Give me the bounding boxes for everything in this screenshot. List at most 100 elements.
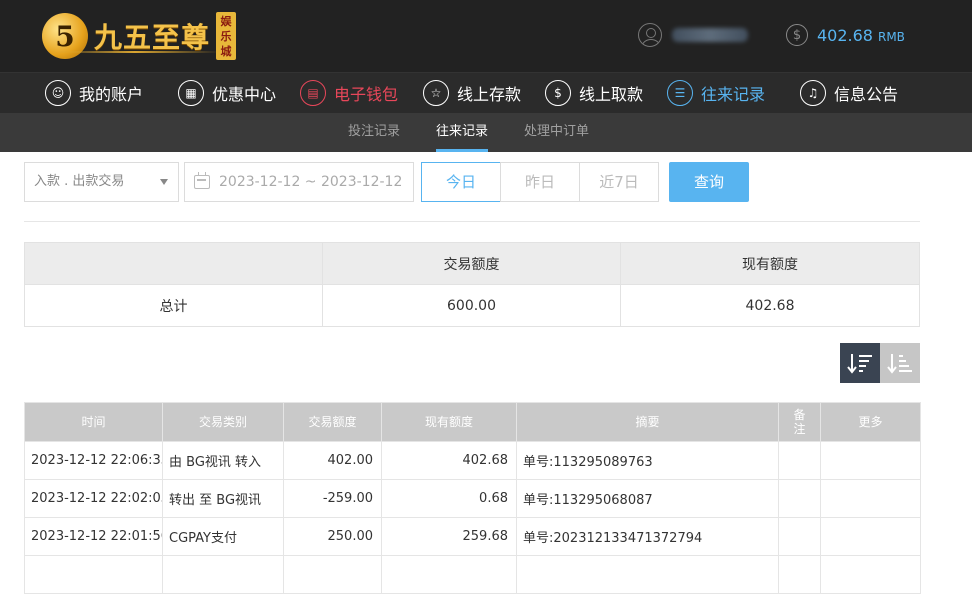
summary-total-amount: 600.00 xyxy=(322,284,621,327)
cell-balance xyxy=(381,555,517,594)
cell-balance: 259.68 xyxy=(381,517,517,556)
transaction-type-select[interactable]: 入款 . 出款交易 xyxy=(24,162,179,202)
cell-amount: -259.00 xyxy=(283,479,382,518)
cell-more[interactable] xyxy=(820,517,921,556)
nav-my-account[interactable]: ☺ 我的账户 xyxy=(45,73,143,113)
summary-header-row: 交易额度 现有额度 xyxy=(24,242,920,285)
cell-summary: 单号:113295089763 xyxy=(516,441,779,480)
nav-e-wallet[interactable]: ▤ 电子钱包 xyxy=(300,73,398,113)
table-row[interactable] xyxy=(24,555,921,594)
user-icon: ☺ xyxy=(45,80,71,106)
yesterday-button[interactable]: 昨日 xyxy=(500,162,580,202)
cell-balance: 0.68 xyxy=(381,479,517,518)
cell-time xyxy=(24,555,163,594)
sort-ascending-button[interactable] xyxy=(880,343,920,383)
header-more: 更多 xyxy=(820,402,921,442)
cell-time: 2023-12-12 22:06:33 xyxy=(24,441,163,480)
cell-amount: 402.00 xyxy=(283,441,382,480)
summary-header-amount: 交易额度 xyxy=(322,242,621,285)
cell-time: 2023-12-12 22:01:56 xyxy=(24,517,163,556)
table-row[interactable]: 2023-12-12 22:02:05 转出 至 BG视讯 -259.00 0.… xyxy=(24,479,921,518)
nav-promotions[interactable]: ▦ 优惠中心 xyxy=(178,73,276,113)
nav-label: 电子钱包 xyxy=(334,85,399,104)
calendar-icon xyxy=(194,172,210,189)
cell-amount: 250.00 xyxy=(283,517,382,556)
today-button[interactable]: 今日 xyxy=(421,162,501,202)
bell-icon: ♫ xyxy=(800,80,826,106)
brand-logo[interactable]: 5 九五至尊 娱乐城 xyxy=(42,8,237,64)
header-balance: 现有额度 xyxy=(381,402,517,442)
records-header-row: 时间 交易类别 交易额度 现有额度 摘要 备注 更多 xyxy=(24,402,921,442)
cell-remark xyxy=(778,441,821,480)
nav-label: 往来记录 xyxy=(701,85,766,104)
summary-header-empty xyxy=(24,242,323,285)
logo-underline xyxy=(50,51,220,53)
nav-transaction-records[interactable]: ☰ 往来记录 xyxy=(667,73,765,113)
summary-total-row: 总计 600.00 402.68 xyxy=(24,284,920,327)
query-button[interactable]: 查询 xyxy=(669,162,749,202)
cell-remark xyxy=(778,517,821,556)
nav-label: 信息公告 xyxy=(834,85,899,104)
sort-ascending-icon xyxy=(887,354,912,374)
username-redacted xyxy=(672,28,748,42)
last-7-days-button[interactable]: 近7日 xyxy=(579,162,659,202)
cell-type: 转出 至 BG视讯 xyxy=(162,479,284,518)
table-row[interactable]: 2023-12-12 22:01:56 CGPAY支付 250.00 259.6… xyxy=(24,517,921,556)
cell-more[interactable] xyxy=(820,479,921,518)
divider xyxy=(24,221,920,222)
cell-time: 2023-12-12 22:02:05 xyxy=(24,479,163,518)
cell-balance: 402.68 xyxy=(381,441,517,480)
nav-label: 优惠中心 xyxy=(212,85,277,104)
nav-label: 线上存款 xyxy=(457,85,522,104)
cell-amount xyxy=(283,555,382,594)
summary-header-balance: 现有额度 xyxy=(620,242,920,285)
sub-nav: 投注记录 往来记录 处理中订单 xyxy=(0,113,972,152)
nav-online-withdraw[interactable]: $ 线上取款 xyxy=(545,73,643,113)
top-bar: 5 九五至尊 娱乐城 $ 402.68 RMB xyxy=(0,0,972,72)
nav-label: 线上取款 xyxy=(579,85,644,104)
date-range-picker[interactable]: 2023-12-12 ~ 2023-12-12 xyxy=(184,162,414,202)
records-table: 时间 交易类别 交易额度 现有额度 摘要 备注 更多 2023-12-12 22… xyxy=(24,402,921,594)
cell-type xyxy=(162,555,284,594)
user-info[interactable] xyxy=(638,22,748,48)
deposit-icon: ☆ xyxy=(423,80,449,106)
chevron-down-icon xyxy=(160,179,168,185)
withdraw-icon: $ xyxy=(545,80,571,106)
cell-type: 由 BG视讯 转入 xyxy=(162,441,284,480)
gift-icon: ▦ xyxy=(178,80,204,106)
nav-label: 我的账户 xyxy=(79,85,144,104)
table-row[interactable]: 2023-12-12 22:06:33 由 BG视讯 转入 402.00 402… xyxy=(24,441,921,480)
header-time: 时间 xyxy=(24,402,163,442)
summary-table: 交易额度 现有额度 总计 600.00 402.68 xyxy=(24,242,920,327)
summary-total-label: 总计 xyxy=(24,284,323,327)
tab-pending-orders[interactable]: 处理中订单 xyxy=(524,113,589,152)
header-amount: 交易额度 xyxy=(283,402,382,442)
tab-transaction-records[interactable]: 往来记录 xyxy=(436,113,489,152)
brand-name: 九五至尊 xyxy=(94,21,211,54)
header-remark: 备注 xyxy=(778,402,821,442)
cell-summary xyxy=(516,555,779,594)
cell-remark xyxy=(778,479,821,518)
cell-more[interactable] xyxy=(820,555,921,594)
balance-display: $ 402.68 RMB xyxy=(786,22,905,48)
nav-online-deposit[interactable]: ☆ 线上存款 xyxy=(423,73,521,113)
summary-total-balance: 402.68 xyxy=(620,284,920,327)
main-nav: ☺ 我的账户 ▦ 优惠中心 ▤ 电子钱包 ☆ 线上存款 $ 线上取款 ☰ 往来记… xyxy=(0,72,972,113)
dollar-icon: $ xyxy=(786,24,808,46)
tab-bet-records[interactable]: 投注记录 xyxy=(348,113,400,152)
nav-announcements[interactable]: ♫ 信息公告 xyxy=(800,73,898,113)
wallet-icon: ▤ xyxy=(300,80,326,106)
date-range-value: 2023-12-12 ~ 2023-12-12 xyxy=(219,174,403,190)
balance-value: 402.68 xyxy=(817,25,873,45)
cell-type: CGPAY支付 xyxy=(162,517,284,556)
header-type: 交易类别 xyxy=(162,402,284,442)
header-summary: 摘要 xyxy=(516,402,779,442)
sort-descending-icon xyxy=(847,354,872,374)
balance-currency: RMB xyxy=(877,29,905,44)
cell-more[interactable] xyxy=(820,441,921,480)
sort-descending-button[interactable] xyxy=(840,343,880,383)
cell-summary: 单号:113295068087 xyxy=(516,479,779,518)
records-icon: ☰ xyxy=(667,80,693,106)
cell-summary: 单号:202312133471372794 xyxy=(516,517,779,556)
transaction-type-value: 入款 . 出款交易 xyxy=(34,174,125,189)
